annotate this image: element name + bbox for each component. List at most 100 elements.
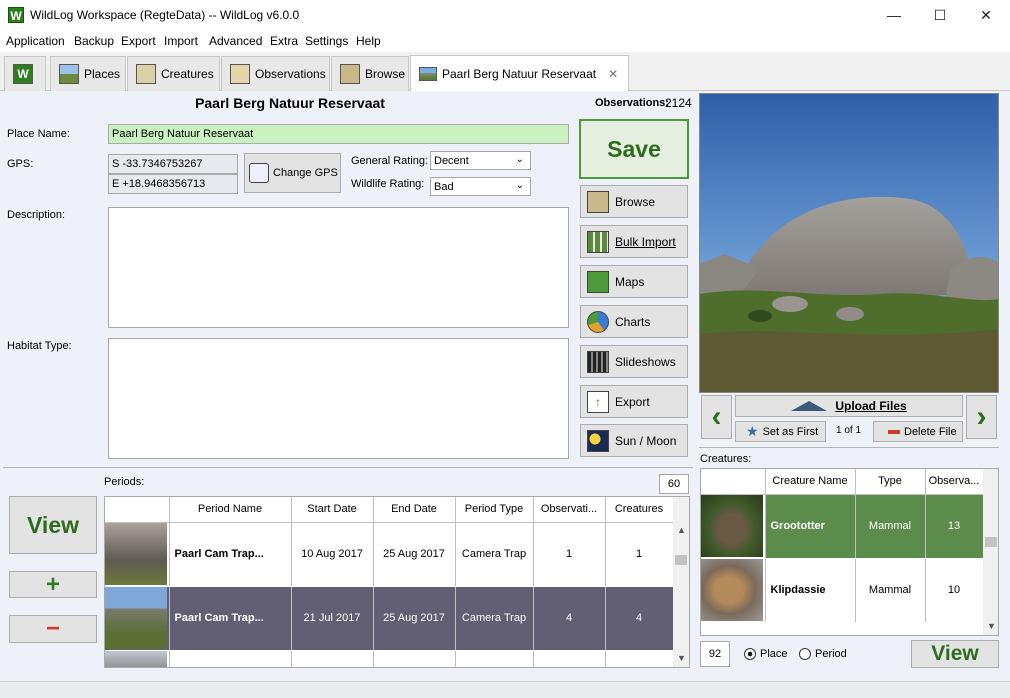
upload-files-button[interactable]: Upload Files — [735, 395, 963, 417]
tab-place-detail[interactable]: Paarl Berg Natuur Reservaat ✕ — [410, 55, 629, 91]
table-row[interactable]: Paarl Cam Trap... 21 Jul 2017 25 Aug 201… — [105, 586, 674, 651]
observations-count-label: Observations: — [595, 97, 669, 109]
general-rating-value: Decent — [434, 155, 469, 167]
menu-import[interactable]: Import — [164, 34, 198, 48]
place-panel: Paarl Berg Natuur Reservaat Observations… — [0, 91, 1010, 681]
scroll-down-icon[interactable]: ▼ — [677, 653, 686, 663]
map-icon — [587, 270, 609, 293]
view-period-button[interactable]: View — [9, 496, 97, 554]
maximize-button[interactable]: ☐ — [917, 0, 963, 31]
menu-application[interactable]: Application — [6, 34, 65, 48]
maps-button[interactable]: Maps — [580, 265, 688, 298]
tab-places[interactable]: Places — [50, 56, 126, 91]
menu-settings[interactable]: Settings — [305, 34, 348, 48]
bulk-import-button[interactable]: Bulk Import — [580, 225, 688, 258]
paw-icon — [136, 64, 156, 84]
tab-creatures[interactable]: Creatures — [127, 56, 220, 91]
period-type-cell: Camera Trap — [455, 586, 534, 651]
close-window-button[interactable]: ✕ — [963, 0, 1009, 31]
filter-period-radio[interactable]: Period — [799, 648, 847, 660]
landscape-icon — [59, 64, 79, 84]
set-as-first-button[interactable]: ★ Set as First — [735, 421, 826, 442]
column-header[interactable]: Type — [855, 469, 926, 495]
previous-image-button[interactable]: ‹ — [701, 395, 732, 439]
section-divider — [3, 467, 693, 468]
browse-button[interactable]: Browse — [580, 185, 688, 218]
place-name-field[interactable]: Paarl Berg Natuur Reservaat — [108, 124, 569, 144]
film-strip-icon — [587, 350, 609, 373]
column-header[interactable] — [701, 469, 766, 495]
column-header[interactable]: Period Name — [169, 497, 292, 523]
star-icon: ★ — [746, 423, 759, 439]
sun-moon-button[interactable]: Sun / Moon — [580, 424, 688, 457]
add-period-button[interactable]: + — [9, 571, 97, 598]
periods-count: 60 — [659, 474, 689, 494]
next-image-button[interactable]: › — [966, 395, 997, 439]
column-header[interactable] — [105, 497, 170, 523]
creature-type-cell: Mammal — [855, 558, 926, 623]
general-rating-select[interactable]: Decent ⌄ — [430, 151, 531, 170]
wildlife-rating-label: Wildlife Rating: — [351, 178, 425, 190]
column-header[interactable]: Creature Name — [765, 469, 856, 495]
observations-cell: 4 — [533, 586, 606, 651]
column-header[interactable]: End Date — [373, 497, 456, 523]
tab-label: Paarl Berg Natuur Reservaat — [442, 66, 597, 81]
menu-backup[interactable]: Backup — [74, 34, 114, 48]
delete-file-label: Delete File — [904, 425, 957, 438]
table-row[interactable] — [105, 650, 674, 667]
close-tab-icon[interactable]: ✕ — [608, 67, 618, 81]
column-header[interactable]: Period Type — [455, 497, 534, 523]
slideshows-button[interactable]: Slideshows — [580, 345, 688, 378]
charts-button[interactable]: Charts — [580, 305, 688, 338]
creature-thumbnail — [701, 559, 763, 621]
menu-export[interactable]: Export — [121, 34, 156, 48]
delete-file-button[interactable]: Delete File — [873, 421, 963, 442]
change-gps-button[interactable]: Change GPS — [244, 153, 341, 193]
remove-period-button[interactable]: − — [9, 615, 97, 643]
creatures-cell: 1 — [605, 522, 674, 587]
period-name-cell: Paarl Cam Trap... — [169, 586, 292, 651]
column-header[interactable]: Observa... — [925, 469, 984, 495]
save-button[interactable]: Save — [579, 119, 689, 179]
scroll-up-icon[interactable]: ▲ — [677, 525, 686, 535]
export-button[interactable]: ↑ Export — [580, 385, 688, 418]
export-label: Export — [615, 394, 650, 409]
minimize-button[interactable]: — — [871, 0, 917, 31]
chevron-down-icon: ⌄ — [515, 154, 524, 165]
observations-count-value: 2124 — [665, 96, 692, 110]
menu-advanced[interactable]: Advanced — [209, 34, 262, 48]
habitat-textarea[interactable] — [108, 338, 569, 459]
menu-extra[interactable]: Extra — [270, 34, 298, 48]
wildlife-rating-value: Bad — [434, 181, 454, 193]
scrollbar-thumb[interactable] — [675, 555, 687, 565]
gps-crosshair-icon — [249, 163, 269, 183]
title-bar: W WildLog Workspace (RegteData) -- WildL… — [0, 0, 1010, 31]
menu-help[interactable]: Help — [356, 34, 381, 48]
periods-scrollbar[interactable]: ▲ ▼ — [673, 497, 689, 667]
view-creature-button[interactable]: View — [911, 640, 999, 668]
bulk-import-icon — [587, 230, 609, 253]
filter-place-radio[interactable]: Place — [744, 648, 788, 660]
column-header[interactable]: Creatures — [605, 497, 674, 523]
column-header[interactable]: Start Date — [291, 497, 374, 523]
creatures-scrollbar[interactable]: ▼ — [983, 469, 998, 635]
tab-home[interactable]: W — [4, 56, 46, 91]
minus-icon — [888, 429, 900, 434]
observations-cell: 1 — [533, 522, 606, 587]
table-row[interactable]: Paarl Cam Trap... 10 Aug 2017 25 Aug 201… — [105, 522, 674, 587]
table-row[interactable]: Klipdassie Mammal 10 — [701, 558, 984, 623]
table-row[interactable]: Groototter Mammal 13 — [701, 494, 984, 559]
section-divider — [699, 447, 999, 448]
description-textarea[interactable] — [108, 207, 569, 328]
window-title: WildLog Workspace (RegteData) -- WildLog… — [30, 8, 300, 22]
upload-icon — [791, 401, 828, 411]
wildlife-rating-select[interactable]: Bad ⌄ — [430, 177, 531, 196]
scrollbar-thumb[interactable] — [985, 537, 997, 547]
column-header[interactable]: Observati... — [533, 497, 606, 523]
start-date-cell: 10 Aug 2017 — [291, 522, 374, 587]
periods-table: Period Name Start Date End Date Period T… — [104, 496, 690, 668]
scroll-down-icon[interactable]: ▼ — [987, 621, 996, 631]
tab-observations[interactable]: Observations — [221, 56, 330, 91]
tab-browse[interactable]: Browse — [331, 56, 409, 91]
app-logo-icon: W — [8, 7, 24, 23]
